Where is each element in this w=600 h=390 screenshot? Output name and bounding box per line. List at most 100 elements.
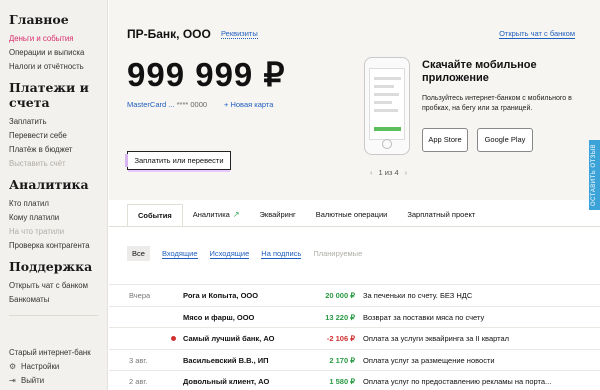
row-counterparty: Самый лучший банк, АО [183, 334, 275, 343]
logout-link[interactable]: ⇥ Выйти [9, 374, 91, 388]
row-counterparty: Рога и Копыта, ООО [183, 291, 259, 300]
bank-name[interactable]: ПР-Банк, ООО [127, 27, 211, 41]
pager-label: 1 из 4 [378, 168, 399, 177]
sidebar-item[interactable]: Платёж в бюджет [9, 143, 107, 157]
sidebar: Главное Деньги и события Операции и выписк… [0, 0, 108, 390]
filter-link[interactable]: Исходящие [209, 249, 250, 259]
next-arrow-icon[interactable]: › [405, 168, 408, 177]
row-purpose: Возврат за поставки мяса по счету [363, 312, 485, 322]
row-purpose: Оплата услуг за размещение новости [363, 355, 495, 365]
card-link-label: MasterCard ... [127, 100, 175, 109]
logout-icon: ⇥ [9, 376, 16, 385]
pay-or-transfer-button[interactable]: Заплатить или перевести [125, 151, 231, 170]
table-row[interactable]: 2 авг. Довольный клиент, АО 1 580 ₽ Оплата … [109, 370, 600, 390]
sidebar-section-title: Платежи и счета [9, 80, 89, 110]
requisites-link[interactable]: Реквизиты [221, 29, 258, 39]
row-amount: 13 220 ₽ [325, 312, 355, 322]
sidebar-item[interactable]: Выставить счёт [9, 157, 107, 171]
row-purpose: За печеньки по счету. БЕЗ НДС [363, 291, 473, 300]
phone-screen-line [374, 109, 398, 112]
events-list: Вчера Рога и Копыта, ООО 20 000 ₽ За печень… [109, 284, 600, 390]
old-bank-label: Старый интернет-банк [9, 348, 91, 357]
tab[interactable]: События [127, 204, 183, 226]
gear-icon: ⚙ [9, 362, 17, 371]
row-amount: 2 170 ₽ [329, 355, 355, 365]
tab[interactable]: Эквайринг [250, 204, 306, 226]
account-header: ПР-Банк, ООО Реквизиты Открыть чат с бан… [109, 0, 600, 200]
row-purpose: Оплата за услуги эквайринга за II кварта… [363, 334, 510, 343]
table-row[interactable]: Самый лучший банк, АО -2 106 ₽ Оплата за у… [109, 327, 600, 349]
tab-label: Эквайринг [259, 210, 296, 219]
sidebar-section-title: Главное [9, 12, 69, 27]
table-row[interactable]: Вчера Рога и Копыта, ООО 20 000 ₽ За печень… [109, 284, 600, 306]
tab-label: Аналитика [192, 210, 230, 219]
settings-label: Настройки [21, 362, 60, 371]
row-amount: -2 106 ₽ [326, 334, 355, 343]
row-counterparty: Васильевский В.В., ИП [183, 355, 269, 365]
tab-label: Валютные операции [315, 210, 388, 219]
logout-label: Выйти [21, 376, 45, 385]
phone-screen-line [374, 101, 392, 104]
trend-icon: ↗ [232, 210, 240, 219]
phone-home-button [382, 139, 392, 149]
phone-screen-line [374, 85, 394, 88]
prev-arrow-icon[interactable]: ‹ [370, 168, 373, 177]
card-link[interactable]: MasterCard ... **** 0000 [127, 100, 207, 109]
sidebar-item[interactable]: Кто платил [9, 197, 107, 211]
tabs-divider [109, 226, 600, 227]
feedback-tab[interactable]: ОСТАВИТЬ ОТЗЫВ [589, 140, 600, 210]
settings-link[interactable]: ⚙ Настройки [9, 360, 91, 374]
sidebar-item[interactable]: Заплатить [9, 115, 107, 129]
account-balance: 999 999 ₽ [127, 56, 286, 93]
sidebar-item[interactable]: Деньги и события [9, 32, 107, 46]
phone-screen-line [374, 93, 399, 96]
row-date: Вчера [129, 291, 151, 300]
filter-link[interactable]: Все [127, 246, 150, 261]
row-date: 2 авг. [129, 377, 148, 386]
status-dot [171, 336, 176, 341]
filter-link[interactable]: На подпись [261, 249, 302, 259]
filter-link[interactable]: Входящие [161, 249, 198, 259]
app-store-button[interactable]: App Store [422, 128, 468, 152]
sidebar-item[interactable]: Банкоматы [9, 293, 107, 307]
tab-label: События [138, 210, 172, 220]
sidebar-item[interactable]: Кому платили [9, 211, 107, 225]
tab[interactable]: Зарплатный проект [397, 204, 485, 226]
main-content: ПР-Банк, ООО Реквизиты Открыть чат с бан… [109, 0, 600, 390]
sidebar-section-title: Аналитика [9, 177, 89, 192]
phone-screen [369, 68, 405, 140]
sidebar-item[interactable]: Налоги и отчётность [9, 60, 107, 74]
sidebar-bottom: Старый интернет-банк ⚙ Настройки ⇥ Выйти [9, 346, 91, 388]
sidebar-item[interactable]: Перевести себе [9, 129, 107, 143]
sidebar-section-title: Поддержка [9, 259, 93, 274]
table-row[interactable]: 3 авг. Васильевский В.В., ИП 2 170 ₽ Оплата… [109, 348, 600, 371]
filter-link[interactable]: Планируемые [313, 249, 362, 258]
phone-screen-button [374, 127, 401, 131]
row-date: 3 авг. [129, 355, 148, 365]
tab[interactable]: Валютные операции [306, 204, 398, 226]
sidebar-divider [9, 315, 98, 316]
open-chat-link[interactable]: Открыть чат с банком [499, 29, 575, 39]
row-amount: 20 000 ₽ [325, 291, 355, 300]
event-filters: Все Входящие Исходящие На подпись Планируемы… [127, 246, 362, 261]
sidebar-item[interactable]: Операции и выписка [9, 46, 107, 60]
row-amount: 1 580 ₽ [329, 377, 355, 386]
tab[interactable]: Аналитика ↗ [183, 204, 250, 226]
promo-title: Скачайте мобильное приложение [422, 59, 537, 84]
promo-pager: ‹ 1 из 4 › [364, 168, 413, 177]
table-row[interactable]: Мясо и фарш, ООО 13 220 ₽ Возврат за поста… [109, 305, 600, 328]
row-counterparty: Довольный клиент, АО [183, 377, 270, 386]
sidebar-item[interactable]: На что тратили [9, 225, 107, 239]
old-bank-link[interactable]: Старый интернет-банк [9, 346, 91, 360]
sidebar-item[interactable]: Открыть чат с банком [9, 279, 107, 293]
phone-illustration [364, 57, 410, 155]
google-play-button[interactable]: Google Play [477, 128, 533, 152]
tab-bar: События Аналитика ↗ Эквайринг Валютные опера… [127, 204, 485, 226]
row-counterparty: Мясо и фарш, ООО [183, 312, 255, 322]
promo-text: Пользуйтесь интернет-банком с мобильного… [422, 95, 572, 112]
row-purpose: Оплата услуг по предоставлению рекламы н… [363, 377, 552, 386]
new-card-link[interactable]: + Новая карта [224, 100, 273, 109]
tab-label: Зарплатный проект [407, 210, 476, 219]
sidebar-item[interactable]: Проверка контрагента [9, 239, 107, 253]
phone-screen-line [374, 77, 401, 80]
